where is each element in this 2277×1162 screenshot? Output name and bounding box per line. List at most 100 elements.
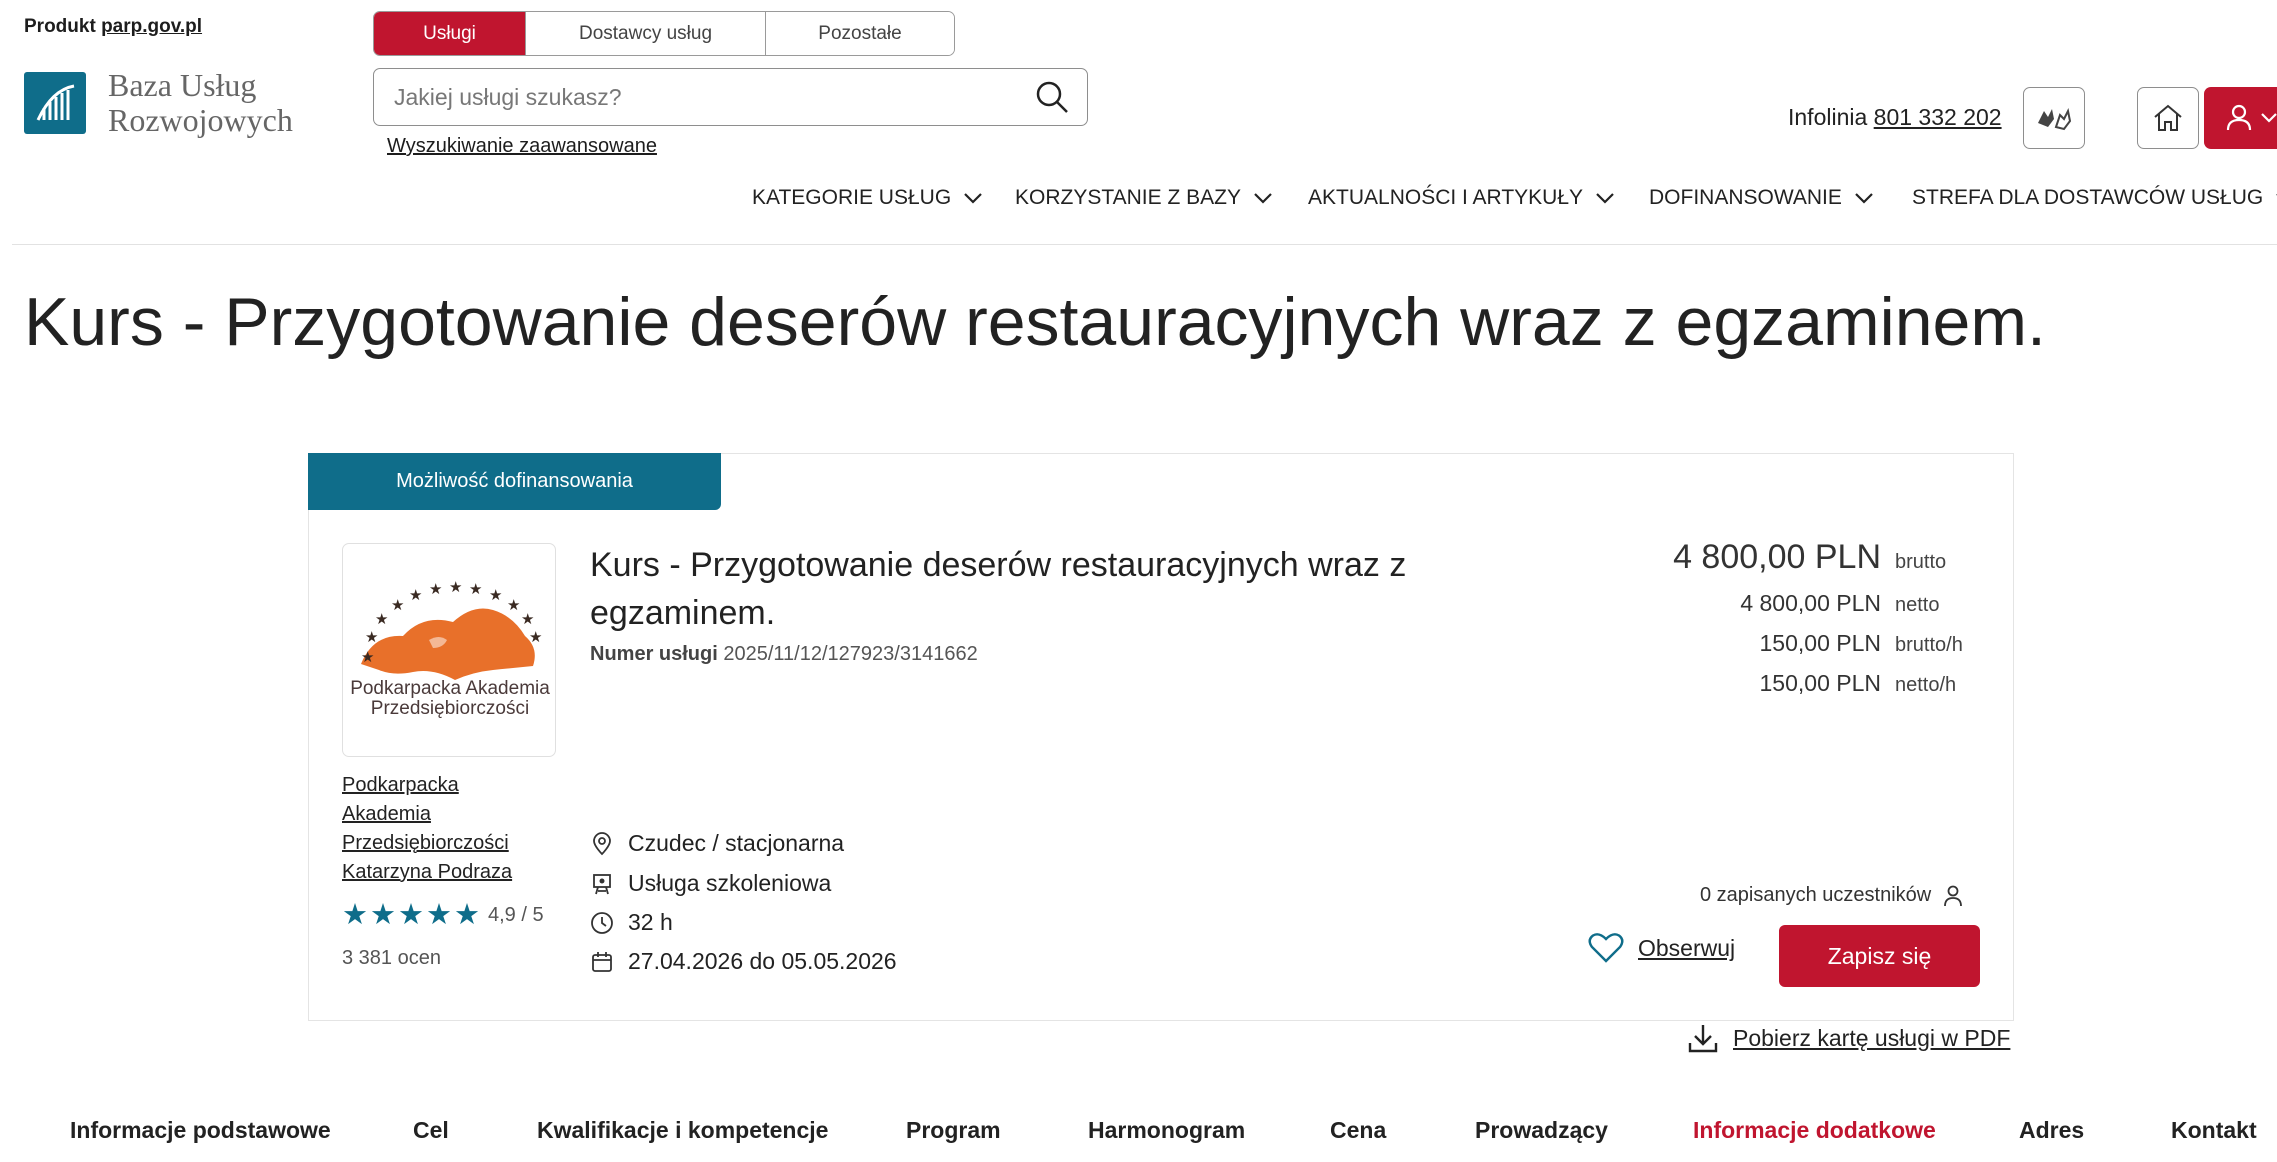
- produkt-label: Produkt parp.gov.pl: [24, 16, 202, 38]
- logo-caption-2: Przedsiębiorczości: [371, 698, 529, 719]
- chevron-down-icon: [2261, 113, 2277, 123]
- infolinia: Infolinia 801 332 202: [1788, 104, 2002, 131]
- search-box: [373, 68, 1088, 126]
- chevron-down-icon: [1596, 193, 1614, 204]
- page-title: Kurs - Przygotowanie deserów restauracyj…: [24, 284, 2046, 360]
- star-icon: ★: [398, 899, 424, 931]
- svg-text:★: ★: [489, 587, 502, 604]
- provider-logo[interactable]: ★ ★ ★ ★ ★ ★ ★ ★ ★ ★ ★ ★ Podkarpacka Akad…: [342, 543, 556, 757]
- nav-label: STREFA DLA DOSTAWCÓW USŁUG: [1912, 186, 2264, 209]
- price-row: 150,00 PLN brutto/h: [1760, 630, 1981, 657]
- tab-program[interactable]: Program: [906, 1117, 1001, 1144]
- tab-kwalifikacje[interactable]: Kwalifikacje i kompetencje: [537, 1117, 828, 1144]
- training-icon: [593, 873, 611, 894]
- segment-uslugi[interactable]: Usługi: [374, 12, 526, 55]
- user-menu-button[interactable]: [2204, 87, 2277, 149]
- section-tabs: Informacje podstawowe Cel Kwalifikacje i…: [0, 1117, 2277, 1157]
- svg-text:★: ★: [429, 581, 442, 598]
- watch-label: Obserwuj: [1638, 934, 1736, 961]
- meta-hours: 32 h: [590, 909, 673, 936]
- infolinia-label: Infolinia: [1788, 104, 1868, 130]
- chevron-down-icon: [1254, 193, 1272, 204]
- provider-name-link[interactable]: Podkarpacka Akademia Przedsiębiorczości …: [342, 771, 542, 887]
- nav-korzystanie[interactable]: KORZYSTANIE Z BAZY: [1015, 186, 1273, 210]
- price-row: 4 800,00 PLN netto: [1740, 590, 1981, 617]
- chevron-down-icon: [964, 193, 982, 204]
- heart-icon: [1588, 933, 1624, 963]
- watch-button[interactable]: Obserwuj: [1588, 932, 1735, 964]
- svg-text:★: ★: [529, 629, 542, 646]
- logo-line-1: Baza Usług: [108, 67, 257, 103]
- parp-link[interactable]: parp.gov.pl: [101, 16, 202, 37]
- segment-dostawcy[interactable]: Dostawcy usług: [526, 12, 766, 55]
- svg-text:★: ★: [507, 597, 520, 614]
- svg-text:★: ★: [375, 611, 388, 628]
- logo-text: Baza Usług Rozwojowych: [108, 68, 293, 138]
- svg-text:★: ★: [409, 587, 422, 604]
- home-button[interactable]: [2137, 87, 2199, 149]
- meta-service-type: Usługa szkoleniowa: [590, 870, 831, 897]
- tab-kontakt[interactable]: Kontakt: [2171, 1117, 2257, 1144]
- service-card: 4 800,00 PLN brutto 4 800,00 PLN netto 1…: [308, 453, 2014, 1021]
- search-input[interactable]: [394, 83, 1035, 111]
- nav-label: AKTUALNOŚCI I ARTYKUŁY: [1308, 186, 1584, 209]
- bur-logo[interactable]: Baza Usług Rozwojowych: [24, 68, 293, 138]
- svg-text:★: ★: [469, 581, 482, 598]
- nav-label: KORZYSTANIE Z BAZY: [1015, 186, 1241, 209]
- tab-informacje-podstawowe[interactable]: Informacje podstawowe: [70, 1117, 331, 1144]
- price-row: 150,00 PLN netto/h: [1760, 670, 1981, 697]
- rating-value: 4,9 / 5: [488, 904, 544, 926]
- tab-prowadzacy[interactable]: Prowadzący: [1475, 1117, 1608, 1144]
- chevron-down-icon: [1855, 193, 1873, 204]
- price-unit: brutto: [1895, 551, 1947, 573]
- infolinia-number[interactable]: 801 332 202: [1874, 104, 2002, 130]
- pdf-download-link[interactable]: Pobierz kartę usługi w PDF: [1687, 1022, 2010, 1054]
- meta-dates: 27.04.2026 do 05.05.2026: [590, 948, 897, 975]
- tab-informacje-dodatkowe[interactable]: Informacje dodatkowe: [1693, 1117, 1936, 1144]
- star-icon: ★: [370, 899, 396, 931]
- calendar-icon: [592, 951, 612, 972]
- dates-text: 27.04.2026 do 05.05.2026: [628, 948, 897, 974]
- service-number: Numer usługi 2025/11/12/127923/3141662: [590, 643, 978, 666]
- nav-kategorie[interactable]: KATEGORIE USŁUG: [752, 186, 983, 210]
- svg-text:★: ★: [361, 649, 374, 666]
- participants-text: 0 zapisanych uczestników: [1700, 884, 1932, 906]
- hours-text: 32 h: [628, 909, 673, 935]
- price-value: 4 800,00 PLN: [1740, 590, 1881, 616]
- price-unit: netto/h: [1895, 674, 1957, 696]
- tab-harmonogram[interactable]: Harmonogram: [1088, 1117, 1245, 1144]
- advanced-search-link[interactable]: Wyszukiwanie zaawansowane: [387, 135, 657, 158]
- user-icon: [2226, 104, 2252, 131]
- location-text: Czudec / stacjonarna: [628, 830, 845, 856]
- service-number-value: 2025/11/12/127923/3141662: [723, 643, 978, 665]
- rating-stars: ★ ★ ★ ★ ★: [342, 901, 480, 930]
- clock-icon: [591, 911, 613, 934]
- nav-label: DOFINANSOWANIE: [1649, 186, 1842, 209]
- nav-strefa[interactable]: STREFA DLA DOSTAWCÓW USŁUG: [1912, 186, 2277, 210]
- sign-language-button[interactable]: [2023, 87, 2085, 149]
- nav-aktualnosci[interactable]: AKTUALNOŚCI I ARTYKUŁY: [1308, 186, 1615, 210]
- header-divider: [12, 244, 2277, 245]
- logo-caption-1: Podkarpacka Akademia: [350, 678, 550, 699]
- enroll-button[interactable]: Zapisz się: [1779, 925, 1980, 987]
- price-value: 150,00 PLN: [1759, 630, 1881, 656]
- segment-pozostale[interactable]: Pozostałe: [766, 12, 954, 55]
- price-value: 4 800,00 PLN: [1673, 538, 1881, 576]
- download-icon: [1688, 1025, 1718, 1053]
- sign-language-icon: [2038, 107, 2072, 131]
- tab-adres[interactable]: Adres: [2019, 1117, 2084, 1144]
- service-title[interactable]: Kurs - Przygotowanie deserów restauracyj…: [590, 541, 1450, 637]
- search-icon[interactable]: [1035, 80, 1069, 114]
- nav-label: KATEGORIE USŁUG: [752, 186, 952, 209]
- star-icon: ★: [454, 899, 480, 931]
- star-icon: ★: [342, 899, 368, 931]
- price-row: 4 800,00 PLN brutto: [1673, 538, 1981, 577]
- price-list: 4 800,00 PLN brutto 4 800,00 PLN netto 1…: [1561, 454, 1981, 696]
- service-number-label: Numer usługi: [590, 643, 718, 665]
- funding-badge: Możliwość dofinansowania: [308, 453, 721, 510]
- tab-cena[interactable]: Cena: [1330, 1117, 1386, 1144]
- produkt-text: Produkt: [24, 16, 96, 37]
- nav-dofinansowanie[interactable]: DOFINANSOWANIE: [1649, 186, 1874, 210]
- meta-location: Czudec / stacjonarna: [590, 830, 844, 857]
- tab-cel[interactable]: Cel: [413, 1117, 449, 1144]
